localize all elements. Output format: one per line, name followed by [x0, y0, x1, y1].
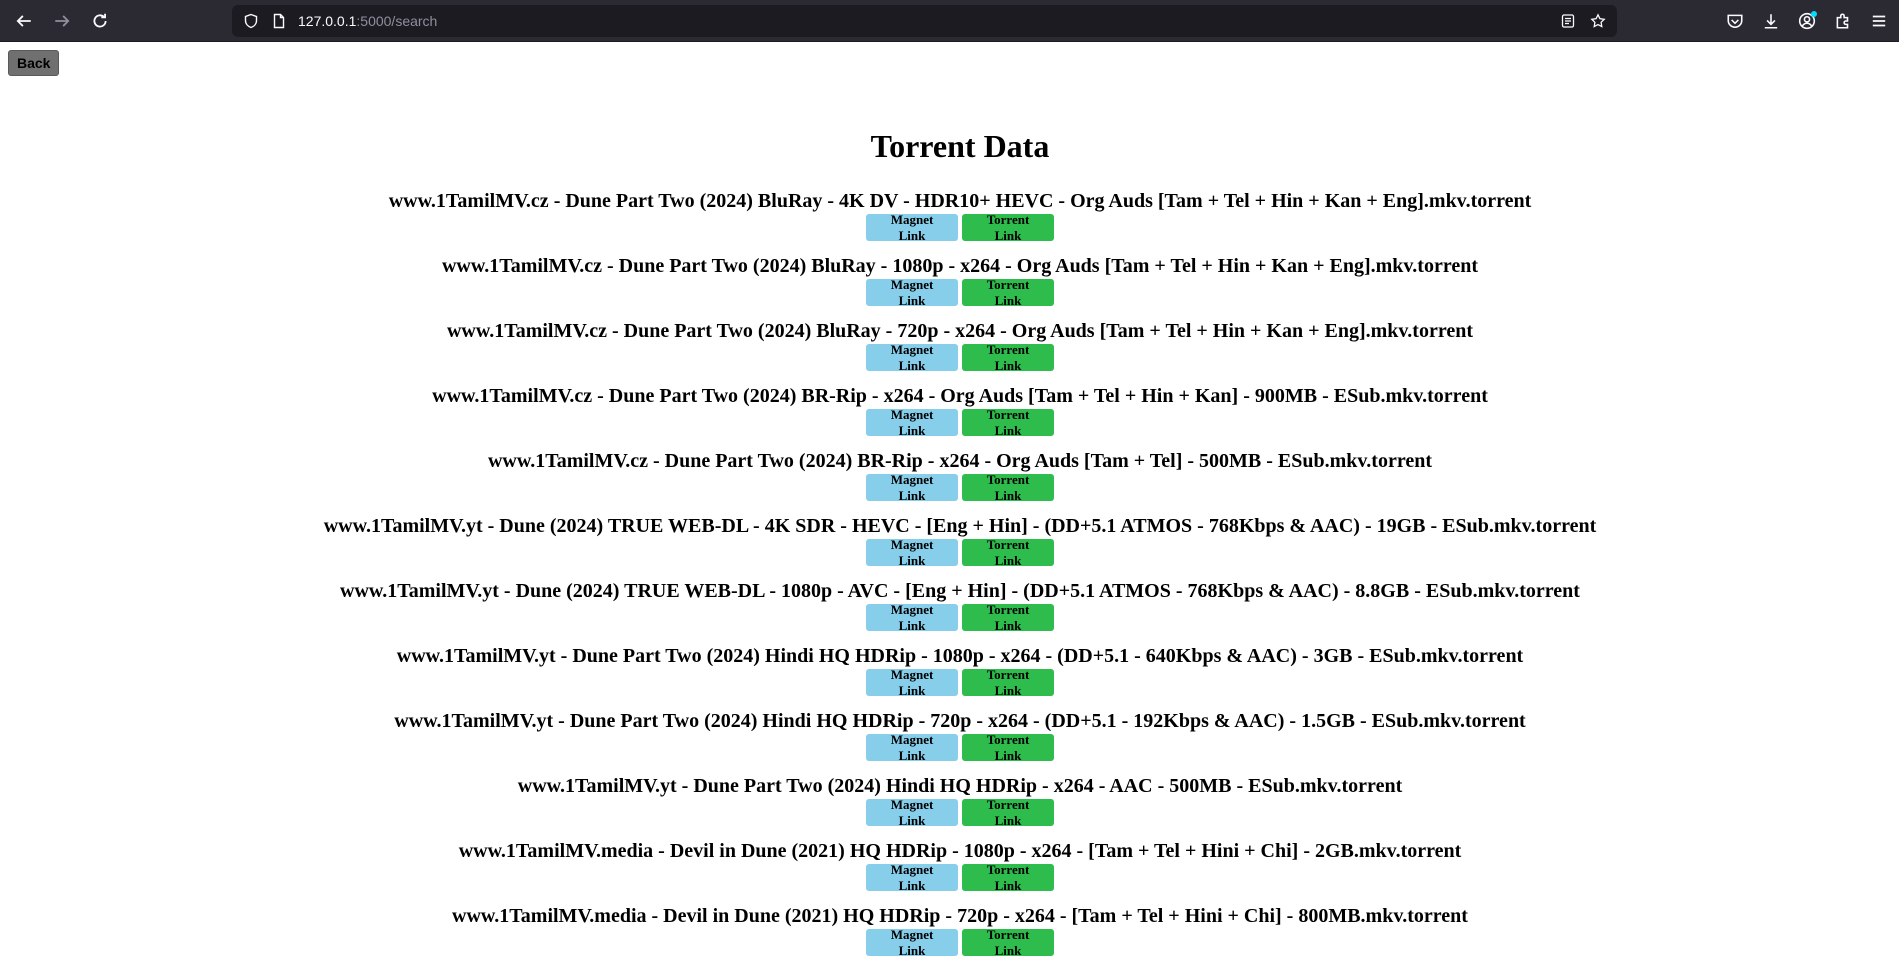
magnet-link-button[interactable]: Magnet Link: [866, 212, 958, 243]
result-title: www.1TamilMV.cz - Dune Part Two (2024) B…: [487, 450, 1433, 472]
result-item: www.1TamilMV.yt - Dune (2024) TRUE WEB-D…: [0, 513, 1899, 578]
back-arrow-icon[interactable]: [6, 3, 42, 39]
torrent-link-button[interactable]: Torrent Link: [962, 797, 1054, 828]
magnet-link-button[interactable]: Magnet Link: [866, 407, 958, 438]
result-links: Magnet Link Torrent Link: [0, 342, 1899, 373]
notification-dot: [1811, 11, 1817, 17]
url-path: :5000/search: [356, 13, 438, 29]
result-item: www.1TamilMV.cz - Dune Part Two (2024) B…: [0, 188, 1899, 253]
magnet-link-button[interactable]: Magnet Link: [866, 797, 958, 828]
magnet-link-button[interactable]: Magnet Link: [866, 667, 958, 698]
result-title: www.1TamilMV.yt - Dune (2024) TRUE WEB-D…: [340, 580, 1580, 602]
result-title: www.1TamilMV.media - Devil in Dune (2021…: [452, 905, 1468, 927]
url-bar[interactable]: 127.0.0.1:5000/search: [232, 5, 1617, 37]
result-title: www.1TamilMV.cz - Dune Part Two (2024) B…: [441, 255, 1479, 277]
torrent-link-button[interactable]: Torrent Link: [962, 732, 1054, 763]
result-title: www.1TamilMV.yt - Dune Part Two (2024) H…: [394, 710, 1526, 732]
result-links: Magnet Link Torrent Link: [0, 667, 1899, 698]
torrent-link-button[interactable]: Torrent Link: [962, 537, 1054, 568]
result-links: Magnet Link Torrent Link: [0, 277, 1899, 308]
magnet-link-button[interactable]: Magnet Link: [866, 862, 958, 893]
result-links: Magnet Link Torrent Link: [0, 602, 1899, 633]
result-title: www.1TamilMV.media - Devil in Dune (2021…: [458, 840, 1462, 862]
result-title: www.1TamilMV.cz - Dune Part Two (2024) B…: [432, 385, 1488, 407]
result-links: Magnet Link Torrent Link: [0, 927, 1899, 958]
torrent-link-button[interactable]: Torrent Link: [962, 927, 1054, 958]
results-list: www.1TamilMV.cz - Dune Part Two (2024) B…: [0, 188, 1899, 968]
result-links: Magnet Link Torrent Link: [0, 862, 1899, 893]
reload-icon[interactable]: [82, 3, 118, 39]
result-item: www.1TamilMV.cz - Dune Part Two (2024) B…: [0, 448, 1899, 513]
menu-icon[interactable]: [1863, 5, 1895, 37]
result-links: Magnet Link Torrent Link: [0, 472, 1899, 503]
result-item: www.1TamilMV.media - Devil in Dune (2021…: [0, 903, 1899, 968]
torrent-link-button[interactable]: Torrent Link: [962, 277, 1054, 308]
magnet-link-button[interactable]: Magnet Link: [866, 927, 958, 958]
browser-toolbar: 127.0.0.1:5000/search: [0, 0, 1899, 42]
pocket-icon[interactable]: [1719, 5, 1751, 37]
result-item: www.1TamilMV.yt - Dune Part Two (2024) H…: [0, 773, 1899, 838]
result-title: www.1TamilMV.cz - Dune Part Two (2024) B…: [446, 320, 1474, 342]
page-icon[interactable]: [270, 12, 288, 30]
torrent-link-button[interactable]: Torrent Link: [962, 602, 1054, 633]
back-button[interactable]: Back: [8, 50, 60, 76]
extensions-icon[interactable]: [1827, 5, 1859, 37]
result-item: www.1TamilMV.cz - Dune Part Two (2024) B…: [0, 253, 1899, 318]
magnet-link-button[interactable]: Magnet Link: [866, 277, 958, 308]
result-links: Magnet Link Torrent Link: [0, 797, 1899, 828]
torrent-link-button[interactable]: Torrent Link: [962, 407, 1054, 438]
result-item: www.1TamilMV.cz - Dune Part Two (2024) B…: [0, 318, 1899, 383]
magnet-link-button[interactable]: Magnet Link: [866, 342, 958, 373]
result-links: Magnet Link Torrent Link: [0, 407, 1899, 438]
forward-arrow-icon[interactable]: [44, 3, 80, 39]
result-title: www.1TamilMV.yt - Dune Part Two (2024) H…: [517, 775, 1403, 797]
result-links: Magnet Link Torrent Link: [0, 212, 1899, 243]
result-item: www.1TamilMV.yt - Dune Part Two (2024) H…: [0, 643, 1899, 708]
result-links: Magnet Link Torrent Link: [0, 732, 1899, 763]
download-icon[interactable]: [1755, 5, 1787, 37]
magnet-link-button[interactable]: Magnet Link: [866, 537, 958, 568]
magnet-link-button[interactable]: Magnet Link: [866, 472, 958, 503]
result-title: www.1TamilMV.yt - Dune (2024) TRUE WEB-D…: [323, 515, 1597, 537]
shield-icon[interactable]: [242, 12, 260, 30]
account-icon[interactable]: [1791, 5, 1823, 37]
url-host: 127.0.0.1: [298, 13, 357, 29]
torrent-link-button[interactable]: Torrent Link: [962, 212, 1054, 243]
result-item: www.1TamilMV.cz - Dune Part Two (2024) B…: [0, 383, 1899, 448]
torrent-link-button[interactable]: Torrent Link: [962, 862, 1054, 893]
bookmark-star-icon[interactable]: [1589, 12, 1607, 30]
torrent-link-button[interactable]: Torrent Link: [962, 342, 1054, 373]
result-item: www.1TamilMV.yt - Dune Part Two (2024) H…: [0, 708, 1899, 773]
magnet-link-button[interactable]: Magnet Link: [866, 602, 958, 633]
reader-view-icon[interactable]: [1559, 12, 1577, 30]
result-item: www.1TamilMV.yt - Dune (2024) TRUE WEB-D…: [0, 578, 1899, 643]
result-links: Magnet Link Torrent Link: [0, 537, 1899, 568]
torrent-link-button[interactable]: Torrent Link: [962, 472, 1054, 503]
result-title: www.1TamilMV.cz - Dune Part Two (2024) B…: [388, 190, 1532, 212]
magnet-link-button[interactable]: Magnet Link: [866, 732, 958, 763]
result-item: www.1TamilMV.media - Devil in Dune (2021…: [0, 838, 1899, 903]
torrent-link-button[interactable]: Torrent Link: [962, 667, 1054, 698]
result-title: www.1TamilMV.yt - Dune Part Two (2024) H…: [396, 645, 1524, 667]
page-title: Torrent Data: [870, 128, 1050, 164]
